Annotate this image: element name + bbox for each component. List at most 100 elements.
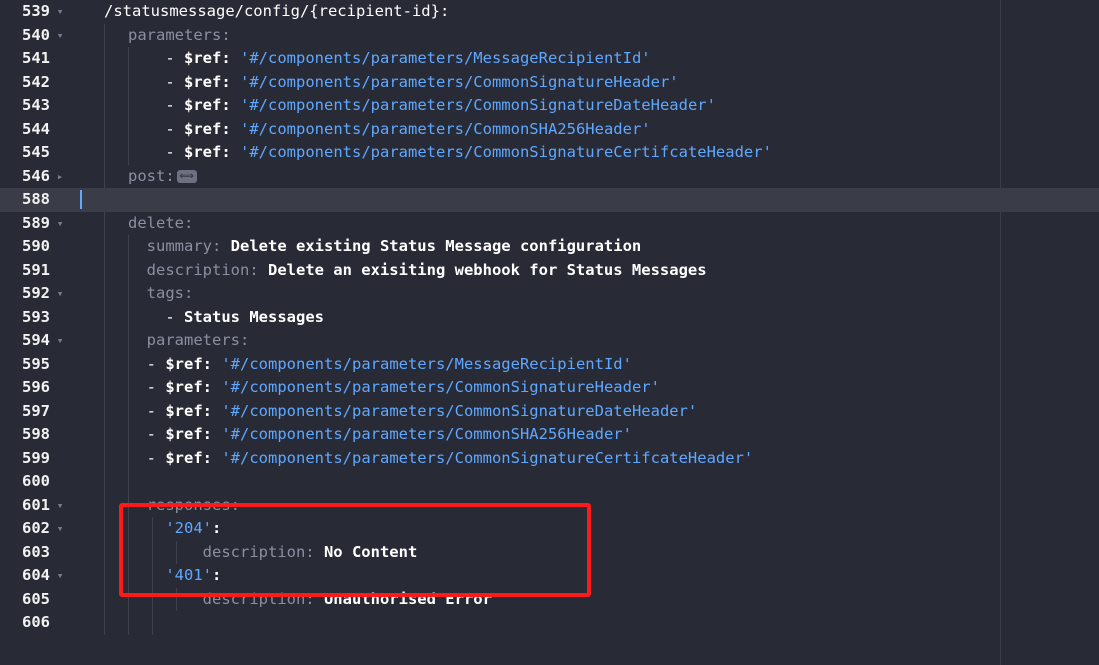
code-text[interactable]: - $ref: '#/components/parameters/CommonS… [128, 423, 632, 447]
code-line[interactable]: 598 - $ref: '#/components/parameters/Com… [0, 423, 1099, 447]
code-line[interactable]: 591 description: Delete an exisiting web… [0, 258, 1099, 283]
key-token: summary: [146, 237, 222, 255]
code-text[interactable]: parameters: [128, 24, 231, 48]
indent-guide [104, 141, 105, 165]
indent-guide [104, 564, 105, 588]
line-number: 601 [22, 495, 50, 514]
code-line[interactable]: 597 - $ref: '#/components/parameters/Com… [0, 399, 1099, 424]
code-text[interactable]: - $ref: '#/components/parameters/CommonS… [128, 141, 772, 165]
code-text[interactable]: - $ref: '#/components/parameters/CommonS… [128, 118, 650, 142]
code-line[interactable]: 589 ▾ delete: [0, 211, 1099, 236]
code-line[interactable]: 545 - $ref: '#/components/parameters/Com… [0, 141, 1099, 165]
text-token: - [128, 307, 184, 326]
indent-guide [104, 352, 105, 376]
indent-guide [104, 611, 105, 635]
code-text[interactable]: - $ref: '#/components/parameters/CommonS… [128, 71, 679, 95]
indent-guide [104, 164, 105, 188]
code-line[interactable]: 592 ▾ tags: [0, 282, 1099, 306]
code-text[interactable]: - $ref: '#/components/parameters/CommonS… [128, 400, 698, 424]
code-line[interactable]: 590 summary: Delete existing Status Mess… [0, 235, 1099, 259]
code-text[interactable]: - Status Messages [128, 306, 324, 330]
code-text[interactable]: description: Delete an exisiting webhook… [128, 259, 707, 283]
line-number: 543 [22, 96, 50, 114]
key-token: delete: [128, 213, 194, 232]
line-number: 598 [22, 425, 50, 443]
code-line[interactable]: 596 - $ref: '#/components/parameters/Com… [0, 376, 1099, 400]
fold-collapse-icon[interactable]: ▾ [53, 329, 67, 353]
fold-collapse-icon[interactable]: ▾ [53, 212, 67, 236]
fold-expand-icon[interactable]: ▸ [53, 165, 67, 189]
code-text[interactable]: - $ref: '#/components/parameters/CommonS… [128, 376, 660, 400]
text-token: - [128, 354, 166, 373]
text-cursor [80, 190, 82, 209]
string-token: '#/components/parameters/MessageRecipien… [221, 354, 632, 373]
text-token: - [128, 96, 184, 114]
code-editor[interactable]: 539 ▾/statusmessage/config/{recipient-id}… [0, 0, 1099, 665]
text-token: $ref: [165, 448, 212, 467]
code-line[interactable]: 595 - $ref: '#/components/parameters/Mes… [0, 352, 1099, 377]
line-number: 596 [22, 378, 50, 396]
code-text[interactable]: - $ref: '#/components/parameters/Message… [128, 353, 632, 377]
code-text[interactable]: summary: Delete existing Status Message … [128, 235, 642, 259]
line-number: 595 [22, 354, 50, 373]
indent-guide [104, 23, 105, 47]
fold-collapse-icon[interactable]: ▾ [53, 24, 67, 48]
line-number: 544 [22, 119, 50, 138]
string-token: '#/components/parameters/CommonSignature… [240, 72, 679, 91]
code-line[interactable]: 593 - Status Messages [0, 305, 1099, 330]
text-token: - [128, 378, 166, 396]
code-text[interactable]: - $ref: '#/components/parameters/CommonS… [128, 94, 716, 118]
code-line[interactable]: 600 [0, 470, 1099, 494]
code-text[interactable]: delete: [128, 212, 193, 236]
line-number: 546 [22, 166, 50, 185]
line-number: 542 [22, 72, 50, 91]
line-number: 539 [22, 2, 50, 20]
code-line[interactable]: 544 - $ref: '#/components/parameters/Com… [0, 117, 1099, 142]
code-line[interactable]: 599 - $ref: '#/components/parameters/Com… [0, 446, 1099, 471]
indent-guide [104, 235, 105, 259]
fold-collapse-icon[interactable]: ▾ [53, 0, 67, 24]
line-number: 603 [22, 542, 50, 561]
code-line[interactable]: 546 ▸ post: ⟺ [0, 164, 1099, 189]
code-text[interactable]: parameters: [128, 329, 250, 353]
fold-collapse-icon[interactable]: ▾ [53, 494, 67, 518]
line-number: 589 [22, 213, 50, 232]
string-token: '#/components/parameters/CommonSignature… [240, 143, 772, 161]
code-line[interactable]: 541 - $ref: '#/components/parameters/Mes… [0, 47, 1099, 71]
code-line[interactable]: 606 [0, 611, 1099, 635]
text-token: $ref: [184, 49, 231, 67]
indent-guide [104, 282, 105, 306]
code-line[interactable]: 540 ▾ parameters: [0, 23, 1099, 48]
code-line[interactable]: 539 ▾ /statusmessage/config/{recipient-id}… [0, 0, 1099, 24]
code-text[interactable]: post: ⟺ [128, 165, 197, 189]
line-number: 593 [22, 307, 50, 326]
code-line[interactable]: 542 - $ref: '#/components/parameters/Com… [0, 70, 1099, 95]
code-text[interactable]: tags: [128, 282, 194, 306]
code-text[interactable]: /statusmessage/config/{recipient-id}: [104, 0, 449, 24]
text-token: - [128, 49, 184, 67]
code-line[interactable]: 594 ▾ parameters: [0, 329, 1099, 353]
indent-guide [104, 329, 105, 353]
line-number: 594 [22, 331, 50, 349]
fold-collapse-icon[interactable]: ▾ [53, 564, 67, 588]
highlight-annotation-box [119, 503, 591, 597]
indent-guide [104, 47, 105, 71]
code-text[interactable]: - $ref: '#/components/parameters/Message… [128, 47, 650, 71]
fold-collapse-icon[interactable]: ▾ [53, 517, 67, 541]
string-token: '#/components/parameters/CommonSHA256Hea… [221, 425, 632, 443]
code-line[interactable]: 588 [0, 188, 1099, 212]
collapsed-region-icon[interactable]: ⟺ [176, 169, 197, 183]
indent-guide [104, 540, 105, 564]
code-text[interactable]: - $ref: '#/components/parameters/CommonS… [128, 447, 754, 471]
code-line[interactable]: 543 - $ref: '#/components/parameters/Com… [0, 94, 1099, 118]
indent-guide [128, 611, 129, 635]
line-number: 590 [22, 237, 50, 255]
text-token: $ref: [184, 119, 231, 138]
fold-collapse-icon[interactable]: ▾ [53, 282, 67, 306]
